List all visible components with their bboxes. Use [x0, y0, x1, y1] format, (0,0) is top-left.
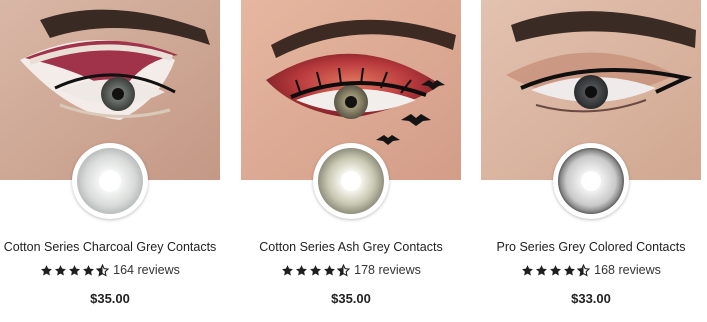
product-price: $35.00 [331, 291, 371, 306]
star-full-icon [536, 264, 548, 275]
star-full-icon [522, 264, 534, 275]
star-full-icon [83, 264, 95, 275]
lens-image [313, 143, 389, 219]
product-rating: 178 reviews [241, 263, 461, 277]
product-rating: 164 reviews [0, 263, 220, 277]
product-title[interactable]: Cotton Series Charcoal Grey Contacts [0, 240, 220, 254]
lens-image [553, 143, 629, 219]
star-half-icon [577, 263, 591, 277]
star-full-icon [550, 264, 562, 275]
product-price: $35.00 [90, 291, 130, 306]
product-title[interactable]: Pro Series Grey Colored Contacts [481, 240, 701, 254]
review-count[interactable]: 178 reviews [354, 263, 421, 277]
product-rating: 168 reviews [481, 263, 701, 277]
star-full-icon [310, 264, 322, 275]
star-full-icon [296, 264, 308, 275]
review-count[interactable]: 164 reviews [113, 263, 180, 277]
product-price: $33.00 [571, 291, 611, 306]
star-full-icon [55, 264, 67, 275]
star-full-icon [564, 264, 576, 275]
star-rating [521, 263, 591, 277]
star-full-icon [69, 264, 81, 275]
review-count[interactable]: 168 reviews [594, 263, 661, 277]
product-card[interactable]: Cotton Series Ash Grey Contacts 178 revi… [241, 0, 461, 322]
star-rating [281, 263, 351, 277]
star-half-icon [96, 263, 110, 277]
star-half-icon [337, 263, 351, 277]
star-full-icon [41, 264, 53, 275]
product-card[interactable]: Cotton Series Charcoal Grey Contacts 164… [0, 0, 220, 322]
star-full-icon [282, 264, 294, 275]
product-grid: Cotton Series Charcoal Grey Contacts 164… [0, 0, 707, 322]
product-card[interactable]: Pro Series Grey Colored Contacts 168 rev… [481, 0, 701, 322]
product-title[interactable]: Cotton Series Ash Grey Contacts [241, 240, 461, 254]
star-full-icon [324, 264, 336, 275]
lens-image [72, 143, 148, 219]
star-rating [40, 263, 110, 277]
